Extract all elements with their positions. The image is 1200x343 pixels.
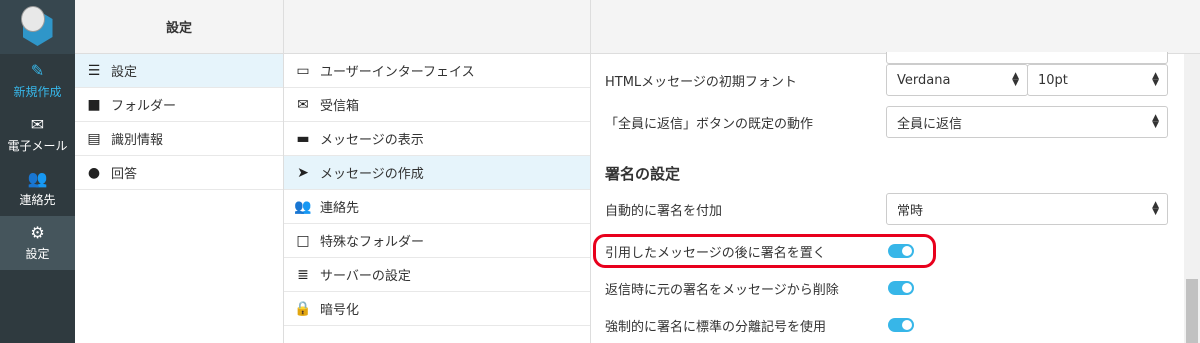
pref-item-label: メッセージの作成 <box>320 167 424 182</box>
settings-sections-column: 設定 ☰ 設定 ■ フォルダー ▤ 識別情報 ● 回答 <box>75 0 284 343</box>
pref-item-label: メッセージの表示 <box>320 133 424 148</box>
nav-settings-label: 設定 <box>25 247 50 261</box>
pref-item-label: 特殊なフォルダー <box>320 235 425 250</box>
users-icon: 👥 <box>294 198 312 215</box>
pref-item-mailbox[interactable]: ✉ 受信箱 <box>284 88 590 122</box>
nav-mail[interactable]: ✉ 電子メール <box>0 108 75 162</box>
select-arrows-icon: ▲ ▼ <box>1152 113 1159 130</box>
section-item-responses[interactable]: ● 回答 <box>75 156 283 190</box>
gear-icon: ⚙ <box>30 223 45 242</box>
font-size-select[interactable]: 10pt ▲ ▼ <box>1027 64 1168 96</box>
inbox-icon: ▬ <box>296 130 310 147</box>
pref-item-label: サーバーの設定 <box>320 269 411 284</box>
auto-signature-row: 自動的に署名を付加 <box>605 199 722 219</box>
comment-icon: ● <box>87 164 101 181</box>
app-logo[interactable] <box>0 0 75 54</box>
folder-icon: ■ <box>87 96 101 113</box>
sliders-icon: ☰ <box>87 62 101 79</box>
pref-item-server[interactable]: ≣ サーバーの設定 <box>284 258 590 292</box>
force-separator-toggle[interactable] <box>888 318 914 332</box>
auto-signature-label: 自動的に署名を付加 <box>605 203 723 219</box>
partial-select-above[interactable] <box>886 52 1168 64</box>
nav-contacts[interactable]: 👥 連絡先 <box>0 162 75 216</box>
force-separator-row: 強制的に署名に標準の分離記号を使用 <box>605 315 826 335</box>
folder-outline-icon: □ <box>296 232 310 249</box>
pref-item-label: 暗号化 <box>320 303 360 318</box>
monitor-icon: ▭ <box>296 62 310 79</box>
html-font-row: HTMLメッセージの初期フォント <box>605 70 797 90</box>
logo-icon <box>17 6 59 48</box>
nav-contacts-label: 連絡先 <box>19 193 56 207</box>
server-icon: ≣ <box>297 266 309 283</box>
pref-item-special-folders[interactable]: □ 特殊なフォルダー <box>284 224 590 258</box>
force-separator-label: 強制的に署名に標準の分離記号を使用 <box>605 319 827 335</box>
section-item-folders[interactable]: ■ フォルダー <box>75 88 283 122</box>
scrollbar[interactable] <box>1184 54 1200 343</box>
pref-item-encryption[interactable]: 🔒 暗号化 <box>284 292 590 326</box>
auto-signature-select[interactable]: 常時 ▲ ▼ <box>886 193 1168 225</box>
section-item-label: 回答 <box>111 167 138 182</box>
select-arrows-icon: ▲ ▼ <box>1152 71 1159 88</box>
compose-icon: ✎ <box>30 61 45 80</box>
envelope-icon: ✉ <box>297 96 309 113</box>
pref-item-ui[interactable]: ▭ ユーザーインターフェイス <box>284 54 590 88</box>
reply-all-label: 「全員に返信」ボタンの既定の動作 <box>605 116 814 132</box>
section-item-identities[interactable]: ▤ 識別情報 <box>75 122 283 156</box>
scrollbar-thumb[interactable] <box>1186 279 1198 343</box>
strip-signature-row: 返信時に元の署名をメッセージから削除 <box>605 278 839 298</box>
pref-item-contacts[interactable]: 👥 連絡先 <box>284 190 590 224</box>
pref-item-display[interactable]: ▬ メッセージの表示 <box>284 122 590 156</box>
nav-compose-label: 新規作成 <box>13 85 62 99</box>
settings-form: HTMLメッセージの初期フォント Verdana ▲ ▼ 10pt ▲ ▼ 「全員に… <box>591 0 1200 343</box>
auto-signature-value: 常時 <box>897 203 924 219</box>
nav-compose[interactable]: ✎ 新規作成 <box>0 54 75 108</box>
preferences-column: ▭ ユーザーインターフェイス ✉ 受信箱 ▬ メッセージの表示 ➤ メッセージの… <box>284 0 591 343</box>
nav-mail-label: 電子メール <box>7 139 68 153</box>
lock-icon: 🔒 <box>294 300 312 317</box>
font-size-value: 10pt <box>1038 72 1068 88</box>
reply-all-value: 全員に返信 <box>897 116 963 132</box>
reply-all-row: 「全員に返信」ボタンの既定の動作 <box>605 112 813 132</box>
pref-item-label: 受信箱 <box>320 99 360 114</box>
reply-all-select[interactable]: 全員に返信 ▲ ▼ <box>886 106 1168 138</box>
pref-item-label: ユーザーインターフェイス <box>320 65 475 80</box>
section-item-label: 設定 <box>111 65 138 80</box>
html-font-label: HTMLメッセージの初期フォント <box>605 74 797 90</box>
paper-plane-icon: ➤ <box>297 164 309 181</box>
main-nav: ✎ 新規作成 ✉ 電子メール 👥 連絡先 ⚙ 設定 <box>0 0 75 343</box>
section-item-label: フォルダー <box>111 99 177 114</box>
contacts-icon: 👥 <box>27 169 48 188</box>
column-header <box>284 0 590 54</box>
column-title: 設定 <box>75 0 283 54</box>
id-card-icon: ▤ <box>87 130 101 147</box>
section-item-label: 識別情報 <box>111 133 164 148</box>
strip-signature-label: 返信時に元の署名をメッセージから削除 <box>605 282 839 298</box>
form-header <box>591 0 1200 54</box>
strip-signature-toggle[interactable] <box>888 281 914 295</box>
pref-item-label: 連絡先 <box>320 201 360 216</box>
pref-item-compose[interactable]: ➤ メッセージの作成 <box>284 156 590 190</box>
signature-section-title: 署名の設定 <box>605 165 681 183</box>
nav-settings[interactable]: ⚙ 設定 <box>0 216 75 270</box>
highlight-annotation <box>593 234 936 268</box>
section-item-settings[interactable]: ☰ 設定 <box>75 54 283 88</box>
font-family-value: Verdana <box>897 72 951 88</box>
select-arrows-icon: ▲ ▼ <box>1012 71 1019 88</box>
mail-icon: ✉ <box>30 115 45 134</box>
select-arrows-icon: ▲ ▼ <box>1152 200 1159 217</box>
font-family-select[interactable]: Verdana ▲ ▼ <box>886 64 1028 96</box>
